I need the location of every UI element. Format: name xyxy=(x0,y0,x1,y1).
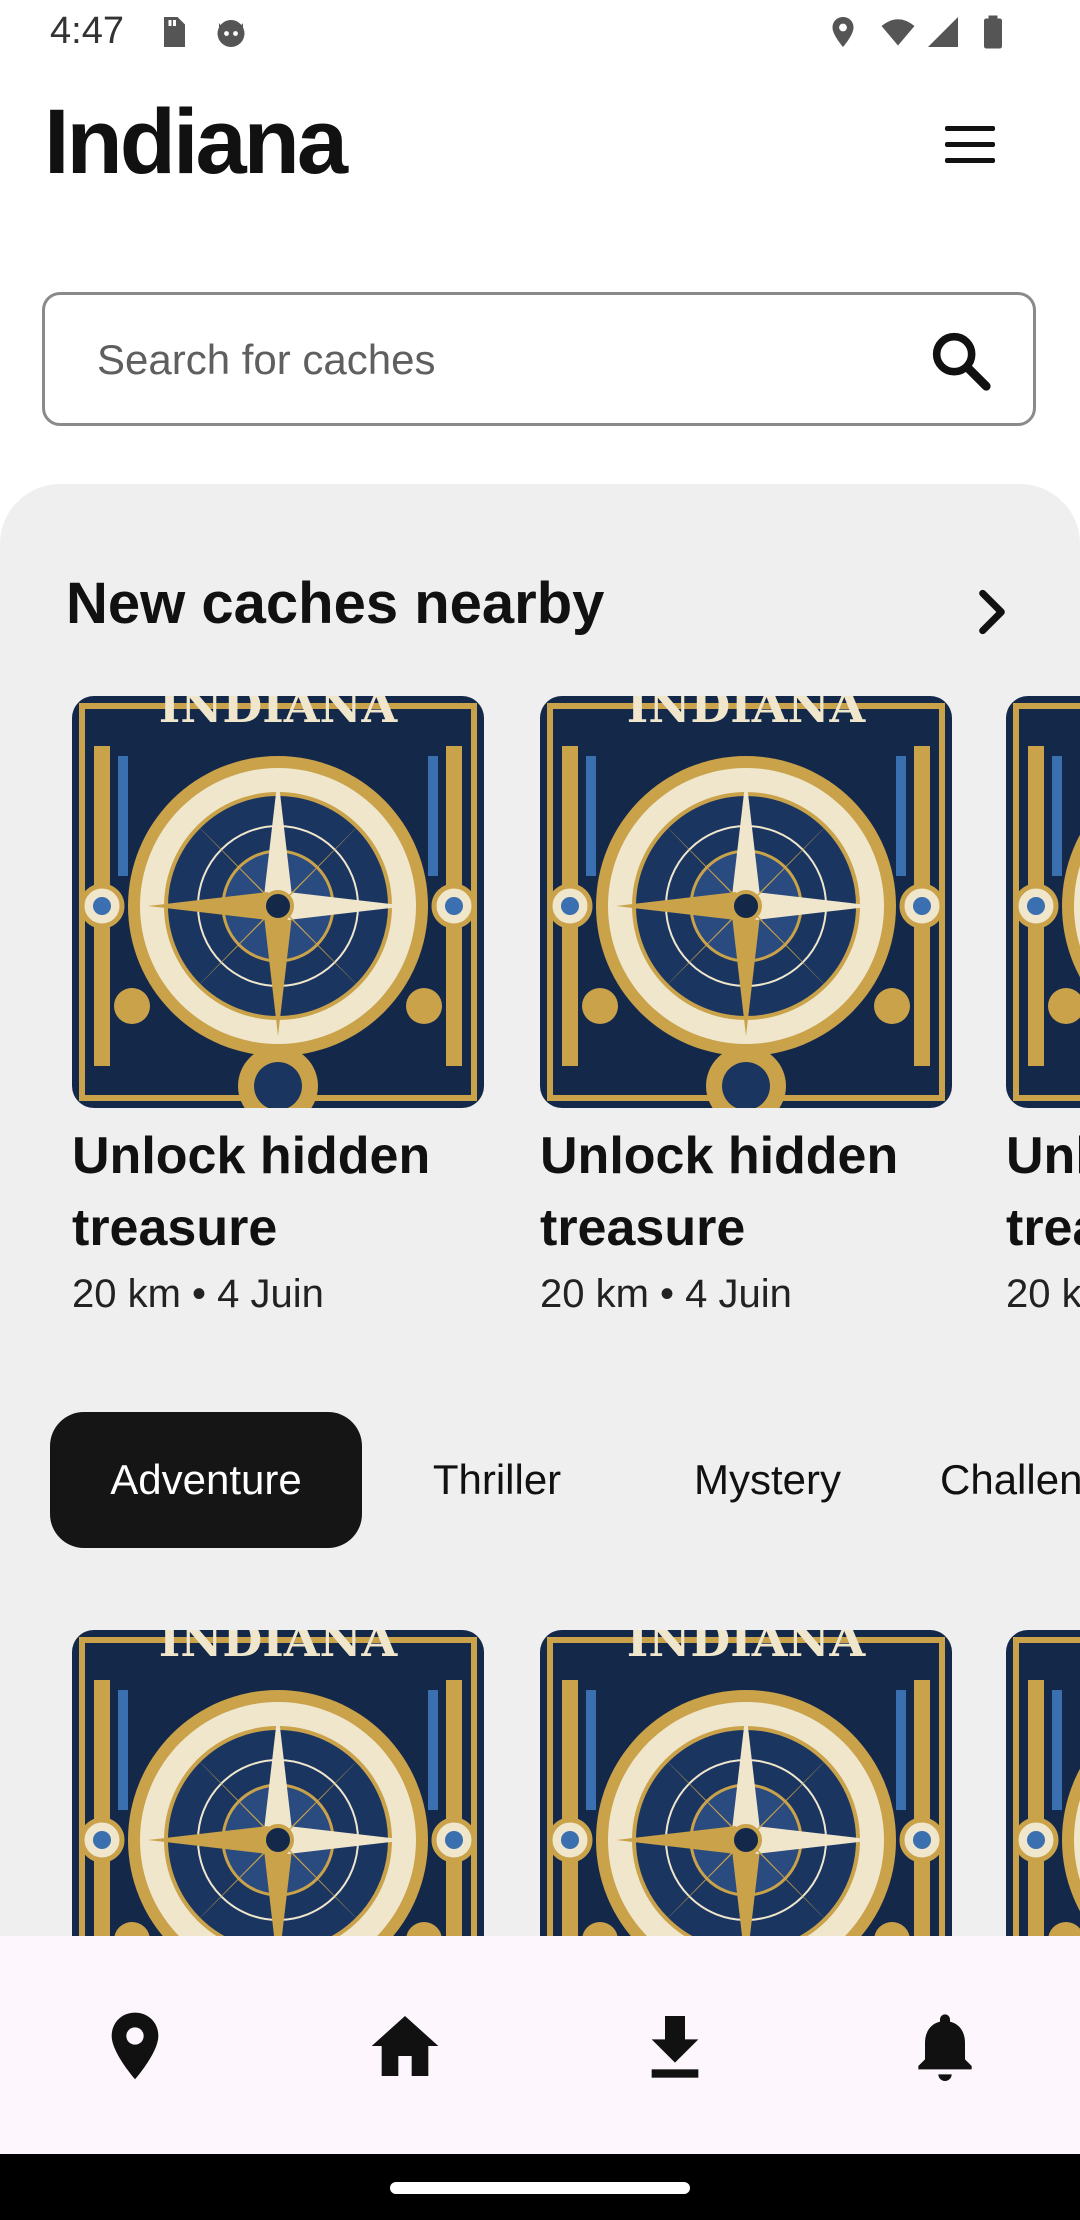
card-title: Unlock hidden treasure xyxy=(1006,1127,1080,1257)
compass-poster-image xyxy=(1006,696,1080,1108)
gesture-bar xyxy=(0,2154,1080,2220)
cache-card[interactable] xyxy=(72,1630,484,1944)
download-icon[interactable] xyxy=(635,2006,715,2086)
sd-card-icon xyxy=(164,17,185,47)
chevron-right-icon[interactable] xyxy=(964,584,1020,640)
map-pin-icon[interactable] xyxy=(95,2006,175,2086)
hamburger-menu-icon xyxy=(945,126,995,131)
content-panel: New caches nearby Unlock hidden treasure… xyxy=(0,484,1080,1944)
card-meta: 20 km • 4 Juin xyxy=(72,1272,324,1316)
compass-poster-image xyxy=(72,696,484,1108)
chip-mystery[interactable]: Mystery xyxy=(650,1412,885,1548)
card-meta: 20 km • 4 Juin xyxy=(540,1272,792,1316)
card-title: Unlock hidden treasure xyxy=(72,1127,431,1257)
bell-icon[interactable] xyxy=(905,2006,985,2086)
battery-icon xyxy=(984,15,1002,49)
compass-poster-image xyxy=(540,696,952,1108)
signal-icon xyxy=(928,17,958,47)
cache-card[interactable]: Unlock hidden treasure 20 km • 4 Juin xyxy=(72,696,484,1317)
app-title: Indiana xyxy=(44,91,348,193)
bottom-navigation xyxy=(0,1936,1080,2154)
menu-button[interactable] xyxy=(935,118,1005,172)
compass-poster-image xyxy=(540,1630,952,1944)
search-icon[interactable] xyxy=(925,325,995,395)
chip-challenge[interactable]: Challenge xyxy=(940,1412,1080,1548)
section-title: New caches nearby xyxy=(66,571,605,636)
status-bar: 4:47 xyxy=(0,0,1080,66)
cache-card[interactable] xyxy=(1006,1630,1080,1944)
search-bar[interactable] xyxy=(42,292,1036,426)
chip-thriller[interactable]: Thriller xyxy=(392,1412,602,1548)
compass-poster-image xyxy=(72,1630,484,1944)
compass-poster-image xyxy=(1006,1630,1080,1944)
location-icon xyxy=(832,17,854,47)
home-gesture-pill[interactable] xyxy=(390,2182,690,2194)
chip-adventure[interactable]: Adventure xyxy=(50,1412,362,1548)
card-title: Unlock hidden treasure xyxy=(540,1127,899,1257)
search-input[interactable] xyxy=(95,295,919,425)
cache-card[interactable]: Unlock hidden treasure 20 km • 4 Juin xyxy=(1006,696,1080,1317)
home-icon[interactable] xyxy=(365,2006,445,2086)
status-time: 4:47 xyxy=(50,10,124,52)
card-meta: 20 km • 4 Juin xyxy=(1006,1272,1080,1316)
cache-card[interactable]: Unlock hidden treasure 20 km • 4 Juin xyxy=(540,696,952,1317)
cache-card[interactable] xyxy=(540,1630,952,1944)
cat-face-icon xyxy=(217,20,245,47)
wifi-icon xyxy=(881,19,915,46)
